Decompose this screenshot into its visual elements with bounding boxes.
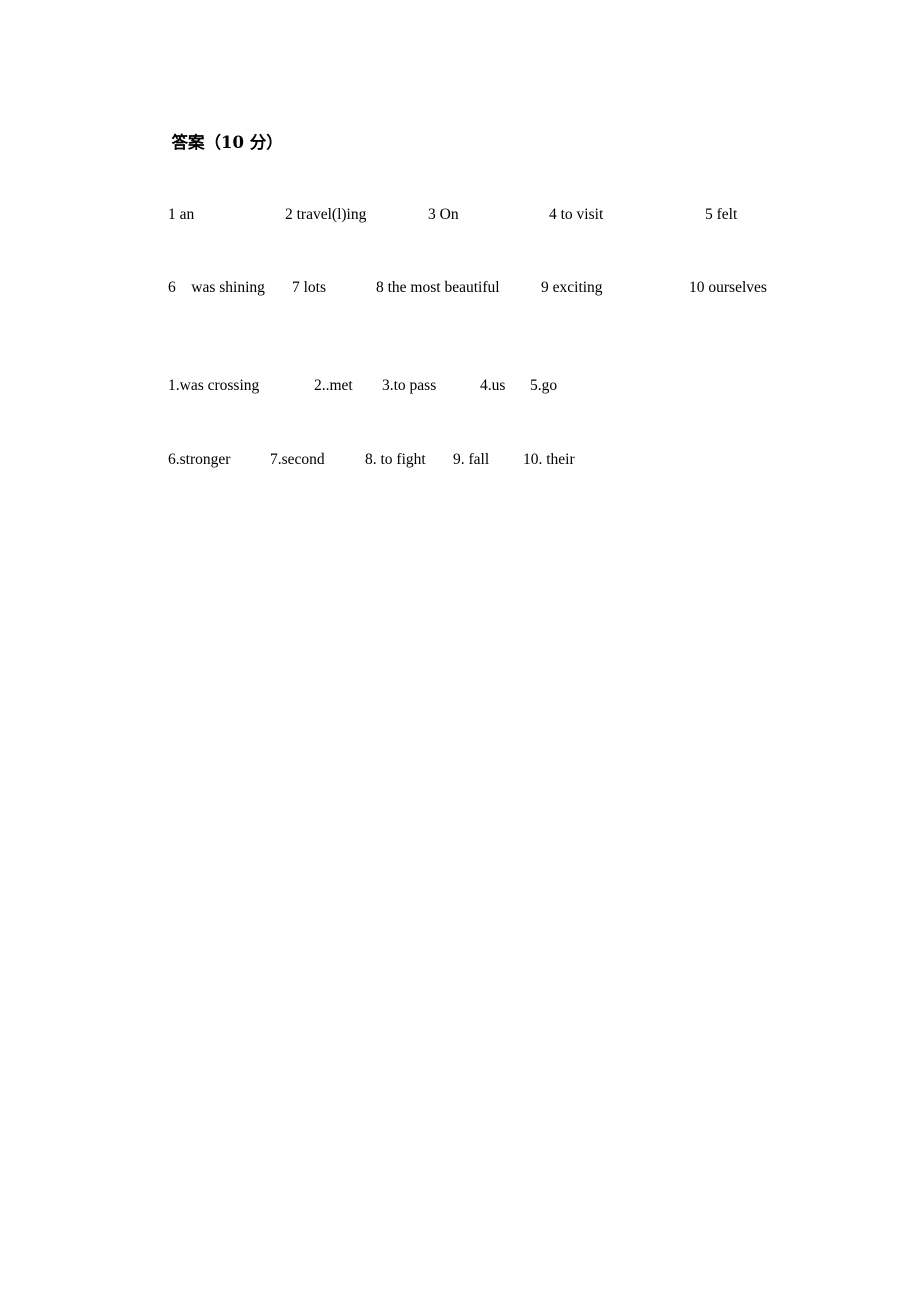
answer-item-1: 1 an [168, 205, 195, 223]
answer-item-b10: 10. their [523, 450, 575, 468]
page-title: 答案（10 分） [137, 108, 857, 177]
answer-item-5: 5 felt [705, 205, 738, 223]
answer-line-1: 1 an 2 travel(l)ing 3 On 4 to visit 5 felt [137, 178, 857, 252]
answer-item-9: 9 exciting [541, 279, 603, 296]
document-content: 答案（10 分） 1 an 2 travel(l)ing 3 On 4 to visi… [137, 108, 857, 497]
answer-group-2: 1.was crossing 2..met 3.to pass 4.us 5.go 6.… [137, 350, 857, 497]
answer-item-b3: 3.to pass [382, 377, 437, 394]
answer-item-b8: 8. to fight [365, 450, 426, 468]
page-title-unit: 分 [249, 133, 267, 152]
answer-item-b7: 7.second [270, 450, 325, 468]
answer-item-6: 6 was shining [168, 279, 265, 296]
answer-item-8: 8 the most beautiful [376, 279, 500, 296]
blank-line-separator [137, 325, 857, 350]
document-page: 答案（10 分） 1 an 2 travel(l)ing 3 On 4 to visi… [0, 0, 920, 1302]
page-title-score: 10 [220, 133, 244, 152]
answer-item-7: 7 lots [292, 279, 327, 296]
answer-line-2: 6 was shining 7 lots 8 the most beautiful 9… [137, 252, 857, 326]
answer-item-b2: 2..met [314, 377, 353, 394]
answer-item-b5: 5.go [530, 377, 558, 394]
answer-item-4: 4 to visit [549, 205, 604, 223]
answer-item-10: 10 ourselves [689, 279, 767, 296]
answer-item-b4: 4.us [480, 377, 506, 394]
answer-line-3: 1.was crossing 2..met 3.to pass 4.us 5.go [137, 350, 857, 424]
page-title-label: 答案 [171, 133, 205, 152]
page-title-paren-close: ） [266, 133, 283, 152]
page-title-paren-open: （ [204, 133, 221, 152]
answer-item-3: 3 On [428, 205, 459, 223]
answer-item-b1: 1.was crossing [168, 377, 260, 394]
answer-item-2: 2 travel(l)ing [285, 205, 367, 223]
answer-item-b6: 6.stronger [168, 450, 231, 468]
answer-item-b9: 9. fall [453, 450, 490, 468]
answer-line-4: 6.stronger 7.second 8. to fight 9. fall 10. … [137, 423, 857, 497]
answer-group-1: 1 an 2 travel(l)ing 3 On 4 to visit 5 felt 6… [137, 178, 857, 325]
